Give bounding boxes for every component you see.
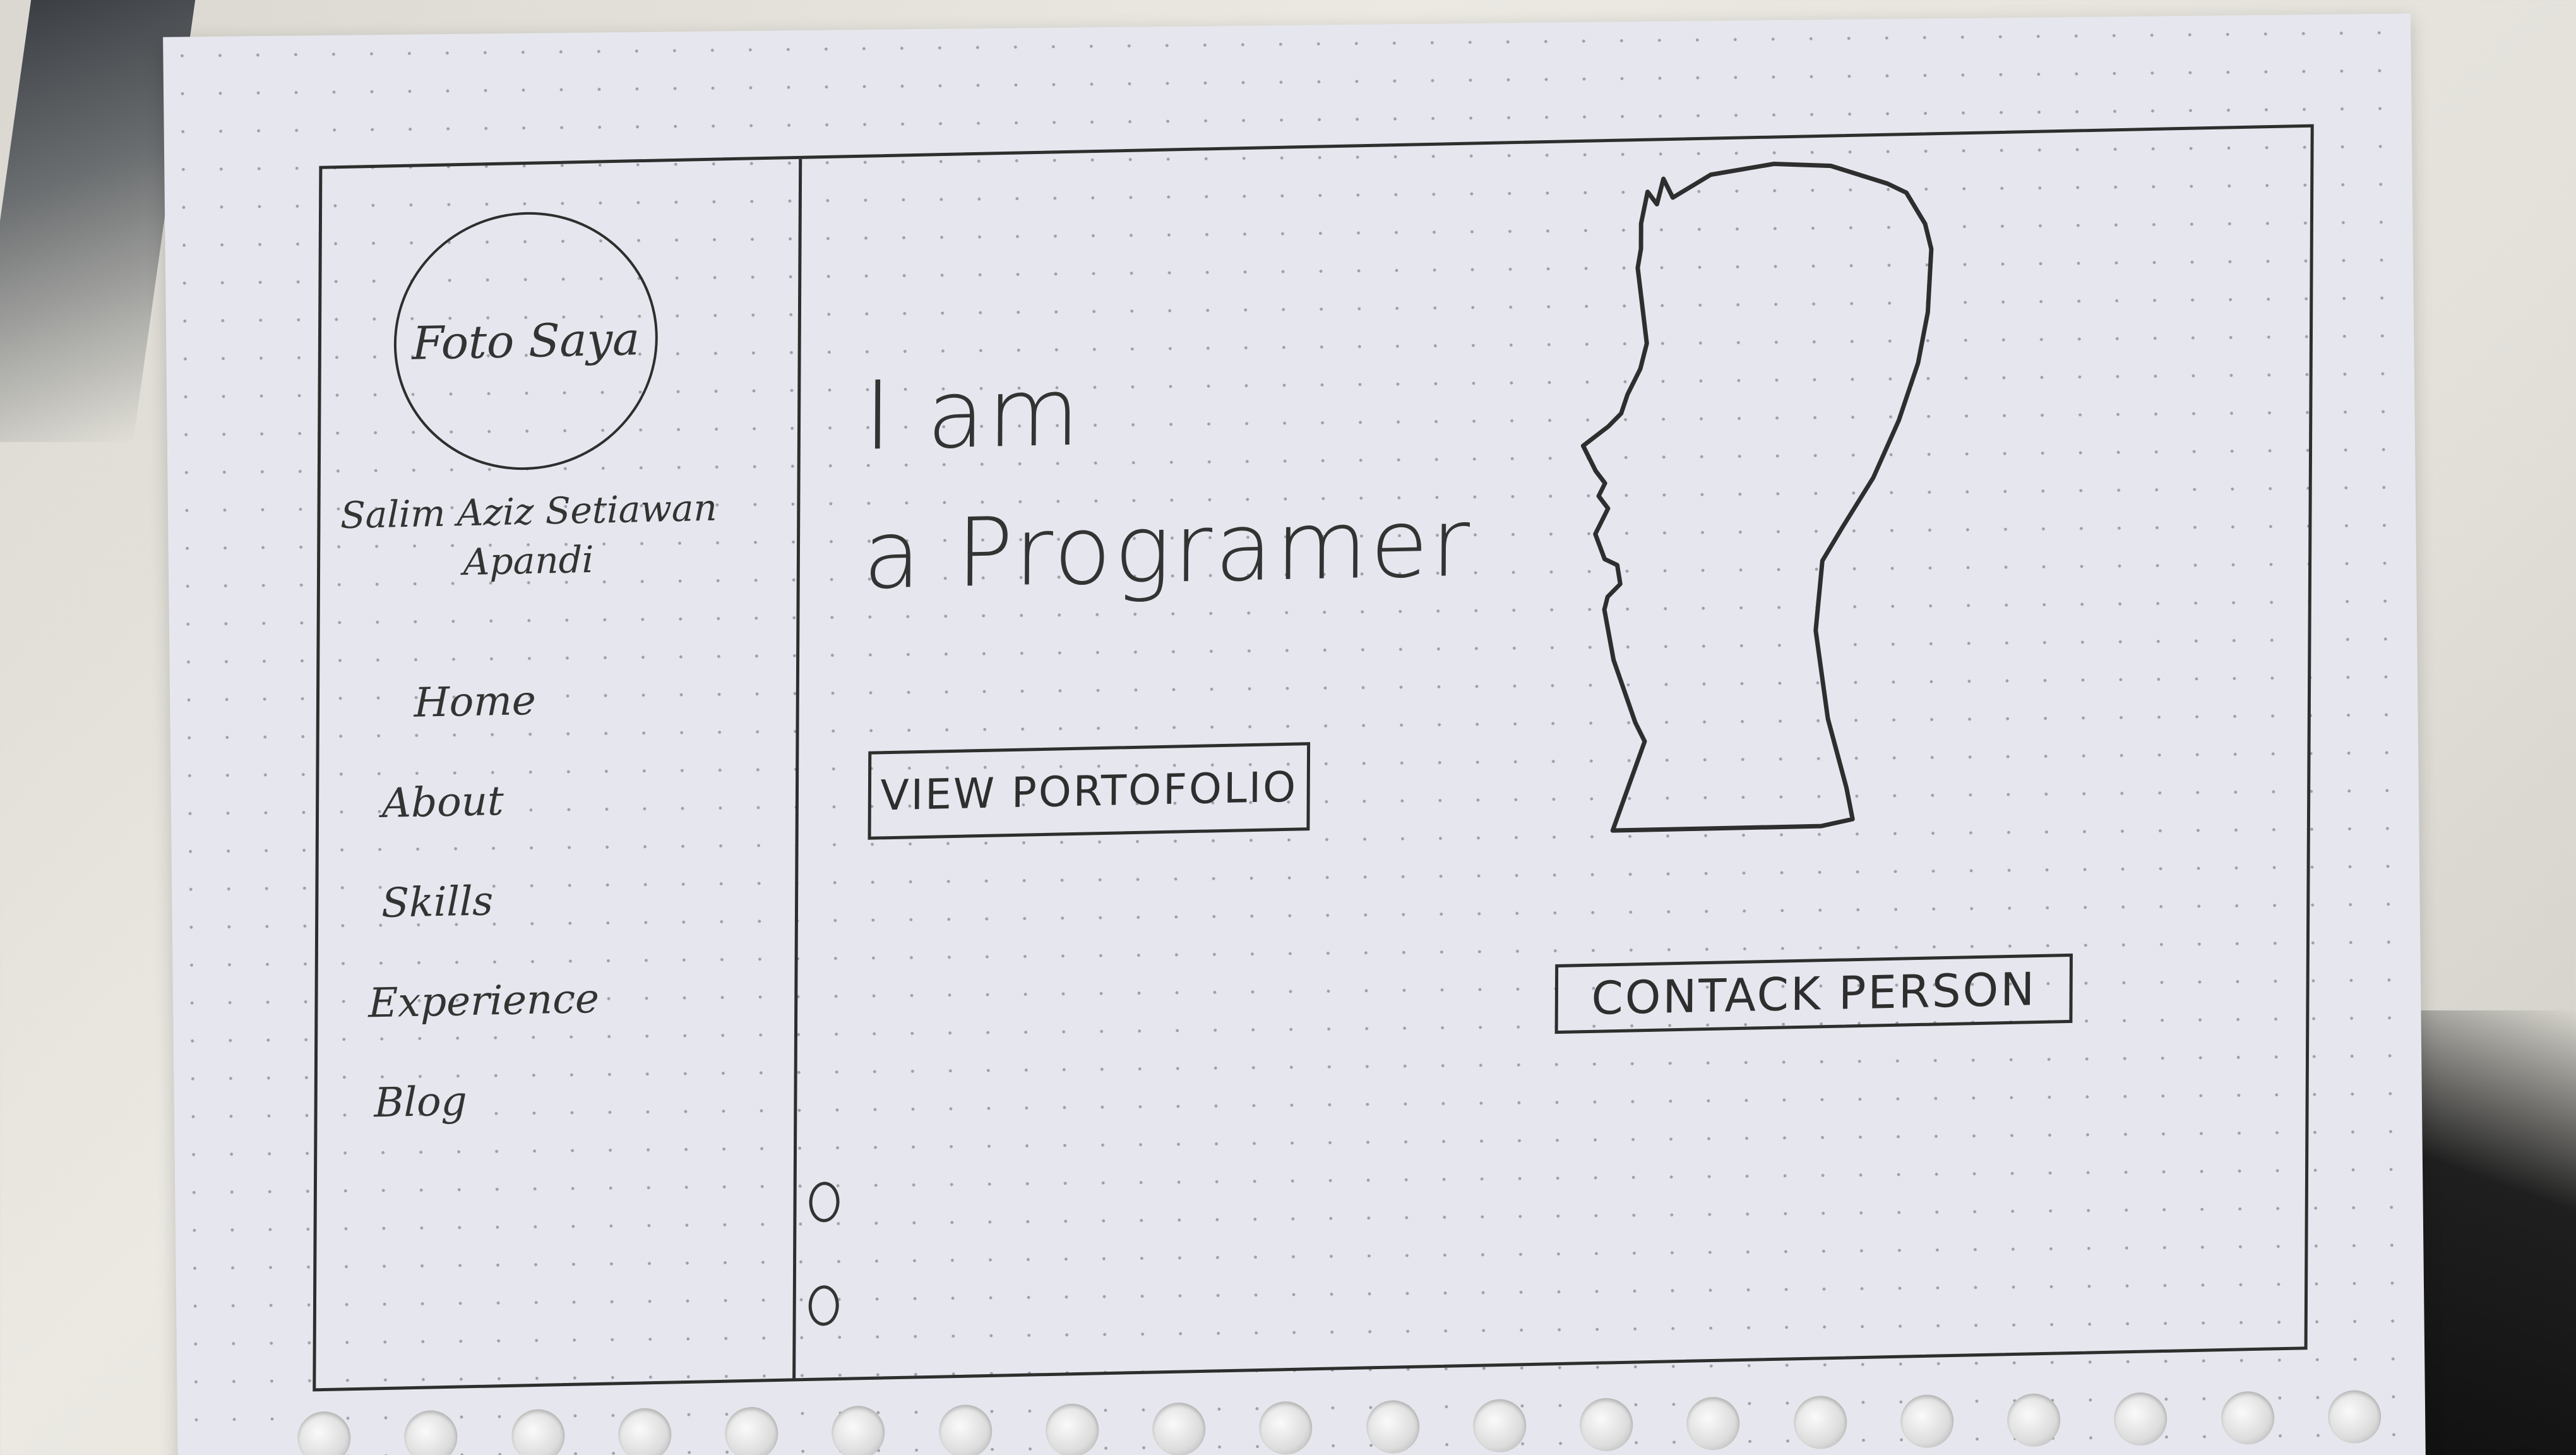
binder-holes xyxy=(297,1382,2382,1455)
binder-hole xyxy=(2221,1391,2275,1445)
binder-hole xyxy=(1045,1403,1099,1455)
binder-hole xyxy=(1579,1398,1633,1452)
hero-line-2: a Programer xyxy=(862,488,1473,611)
nav-item-experience[interactable]: Experience xyxy=(362,947,716,1054)
user-name: Salim Aziz Setiawan Apandi xyxy=(340,486,718,584)
view-portfolio-button[interactable]: VIEW PORTOFOLIO xyxy=(868,742,1311,840)
sidebar-nav: Home About Skills Experience Blog xyxy=(361,647,717,1154)
binder-hole xyxy=(617,1408,672,1455)
binder-hole xyxy=(297,1411,351,1455)
silhouette-outline xyxy=(1580,162,1934,833)
binder-hole xyxy=(724,1406,778,1455)
slider-dot[interactable] xyxy=(808,1284,839,1326)
sidebar: Foto Saya Salim Aziz Setiawan Apandi Hom… xyxy=(316,159,802,1389)
binder-hole xyxy=(2114,1392,2168,1446)
slider-dots xyxy=(808,1181,840,1389)
binder-hole xyxy=(511,1409,565,1455)
slider-dot[interactable] xyxy=(809,1181,840,1223)
avatar-placeholder-label: Foto Saya xyxy=(412,312,640,370)
nav-item-blog[interactable]: Blog xyxy=(361,1046,715,1154)
binder-hole xyxy=(1259,1401,1313,1455)
binder-hole xyxy=(1472,1399,1527,1453)
contact-person-button[interactable]: CONTACK PERSON xyxy=(1554,953,2073,1034)
binder-hole xyxy=(1686,1396,1740,1451)
binder-hole xyxy=(832,1405,885,1455)
avatar: Foto Saya xyxy=(393,209,659,473)
hero-headline: I am a Programer xyxy=(862,335,1473,625)
profile-silhouette-image xyxy=(1580,162,1934,833)
nav-item-about[interactable]: About xyxy=(363,747,717,854)
binder-hole xyxy=(1793,1395,1847,1449)
binder-hole xyxy=(2327,1390,2382,1444)
binder-hole xyxy=(2007,1393,2061,1447)
background-dark-corner xyxy=(2412,1010,2576,1455)
nav-item-home[interactable]: Home xyxy=(364,647,718,755)
binder-hole xyxy=(1900,1394,1954,1449)
wireframe-page: Foto Saya Salim Aziz Setiawan Apandi Hom… xyxy=(313,124,2314,1392)
binder-hole xyxy=(1366,1399,1420,1454)
nav-item-skills[interactable]: Skills xyxy=(362,847,717,954)
binder-hole xyxy=(1152,1402,1206,1455)
hero-line-1: I am xyxy=(863,357,1083,472)
binder-hole xyxy=(404,1410,458,1455)
main-content: I am a Programer VIEW PORTOFOLIO CONTACK… xyxy=(796,128,2311,1379)
binder-hole xyxy=(938,1404,993,1455)
